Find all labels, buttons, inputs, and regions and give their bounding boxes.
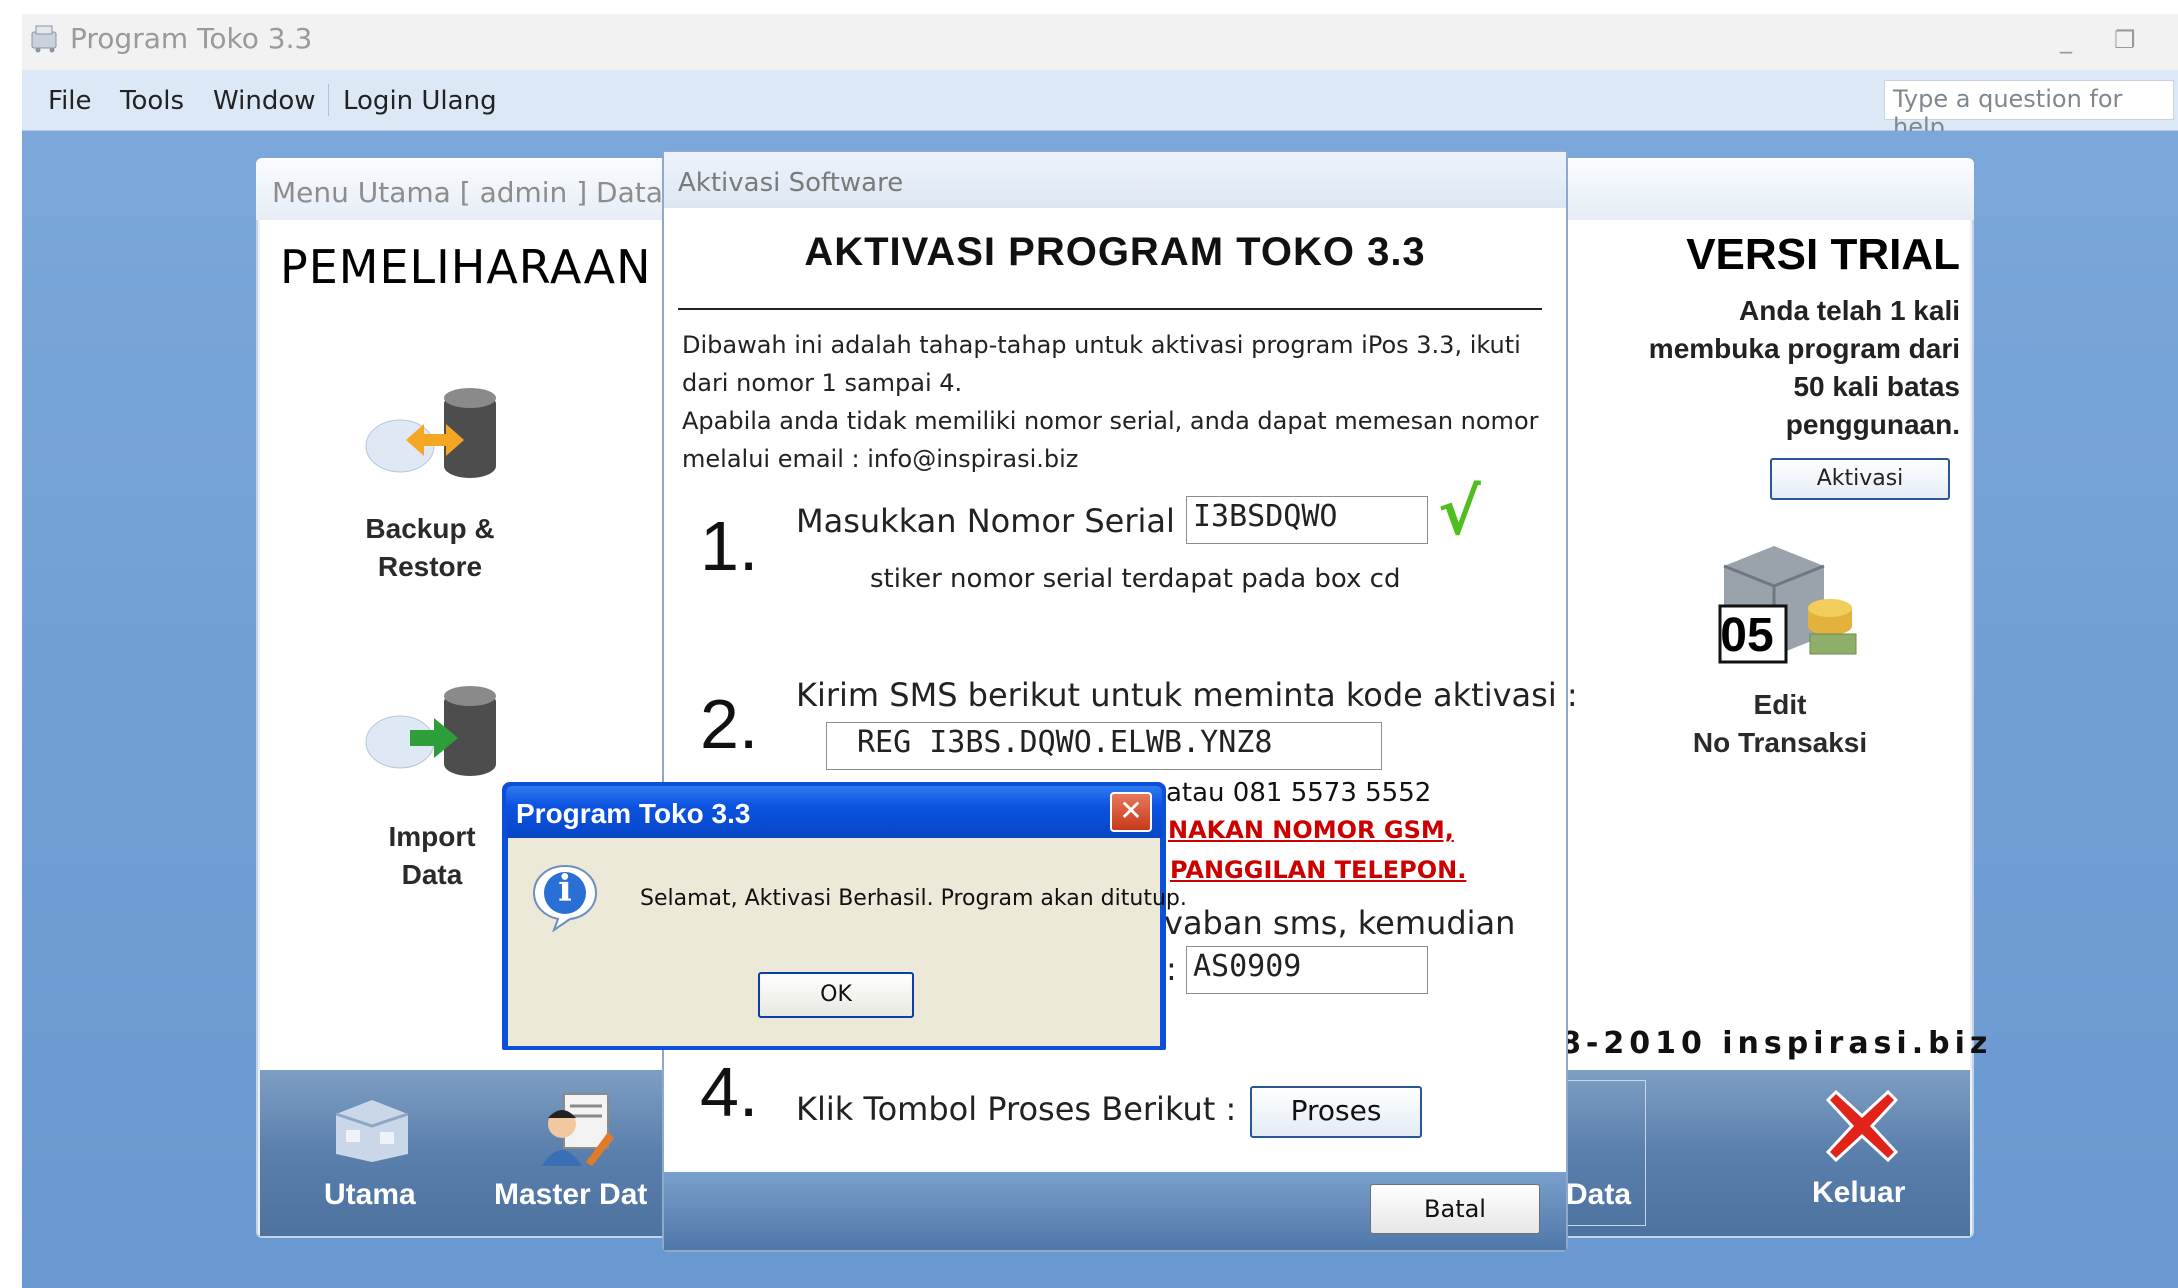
call-warning-text: PANGGILAN TELEPON. (1170, 856, 1467, 884)
aktivasi-button[interactable]: Aktivasi (1770, 458, 1950, 500)
master-data-icon[interactable] (534, 1088, 618, 1168)
backup-restore-icon[interactable] (360, 384, 510, 494)
app-titlebar (22, 14, 2178, 70)
activation-window-title: Aktivasi Software (678, 168, 904, 198)
phone-number-text: atau 081 5573 5552 (1166, 778, 1432, 808)
intro-paragraph-1: Dibawah ini adalah tahap-tahap untuk akt… (682, 331, 1521, 397)
serial-number-field[interactable]: I3BSDQWO (1186, 496, 1428, 544)
nav-keluar[interactable]: Keluar (1812, 1176, 1905, 1210)
menu-window[interactable]: Window (213, 86, 316, 116)
utama-icon[interactable] (330, 1094, 414, 1164)
section-heading: PEMELIHARAAN D (280, 240, 704, 294)
activation-heading: AKTIVASI PROGRAM TOKO 3.3 (804, 230, 1426, 274)
step-4-number: 4. (700, 1053, 759, 1131)
minimize-button[interactable]: _ (2060, 26, 2072, 54)
serial-note: stiker nomor serial terdapat pada box cd (870, 564, 1401, 594)
step-4-label: Klik Tombol Proses Berikut : (796, 1090, 1237, 1128)
menu-login-ulang[interactable]: Login Ulang (343, 86, 497, 116)
proses-button[interactable]: Proses (1250, 1086, 1422, 1138)
step-2-label: Kirim SMS berikut untuk meminta kode akt… (796, 676, 1578, 714)
message-box-title: Program Toko 3.3 (516, 798, 751, 829)
edit-badge-number: 05 (1720, 609, 1774, 662)
menu-separator (328, 84, 329, 116)
step-3-text: vaban sms, kemudian (1164, 904, 1516, 942)
step-3-colon: : (1166, 950, 1177, 988)
close-button[interactable]: ✕ (1110, 792, 1152, 832)
import-data-icon[interactable] (360, 682, 510, 792)
sms-text-field[interactable]: REG I3BS.DQWO.ELWB.YNZ8 (826, 722, 1382, 770)
copyright-text: 8-2010 inspirasi.biz (1560, 1026, 1993, 1061)
menu-file[interactable]: File (48, 86, 92, 116)
backup-restore-label[interactable]: Backup & Restore (330, 510, 530, 586)
edit-no-transaksi-label[interactable]: Edit No Transaksi (1640, 686, 1920, 762)
step-1-number: 1. (700, 507, 759, 585)
nav-master-data[interactable]: Master Dat (494, 1178, 647, 1212)
step-2-number: 2. (700, 685, 759, 763)
main-menu-tab-label: Menu Utama [ admin ] Databas (272, 176, 713, 209)
heading-divider (678, 308, 1542, 310)
intro-paragraph-2: Apabila anda tidak memiliki nomor serial… (682, 407, 1539, 473)
activation-intro: Dibawah ini adalah tahap-tahap untuk akt… (682, 326, 1542, 478)
check-icon: √ (1438, 476, 1481, 550)
ok-button[interactable]: OK (758, 972, 914, 1018)
app-icon (28, 22, 62, 54)
step-1-label: Masukkan Nomor Serial : (796, 502, 1196, 540)
batal-button[interactable]: Batal (1370, 1184, 1540, 1234)
nav-data[interactable]: Data (1566, 1178, 1631, 1212)
activation-code-field[interactable]: AS0909 (1186, 946, 1428, 994)
info-icon-glyph: i (558, 868, 572, 910)
app-title: Program Toko 3.3 (70, 22, 313, 55)
help-search-input[interactable]: Type a question for help (1884, 80, 2174, 141)
restore-button[interactable]: ❐ (2114, 26, 2136, 54)
trial-text: Anda telah 1 kali membuka program dari 5… (1648, 295, 1960, 440)
keluar-icon[interactable] (1824, 1088, 1900, 1164)
menu-tools[interactable]: Tools (120, 86, 184, 116)
nav-utama[interactable]: Utama (324, 1178, 416, 1212)
gsm-warning-text: NAKAN NOMOR GSM, (1168, 816, 1454, 844)
trial-title: VERSI TRIAL (1686, 230, 1960, 279)
message-text: Selamat, Aktivasi Berhasil. Program akan… (640, 886, 1187, 911)
